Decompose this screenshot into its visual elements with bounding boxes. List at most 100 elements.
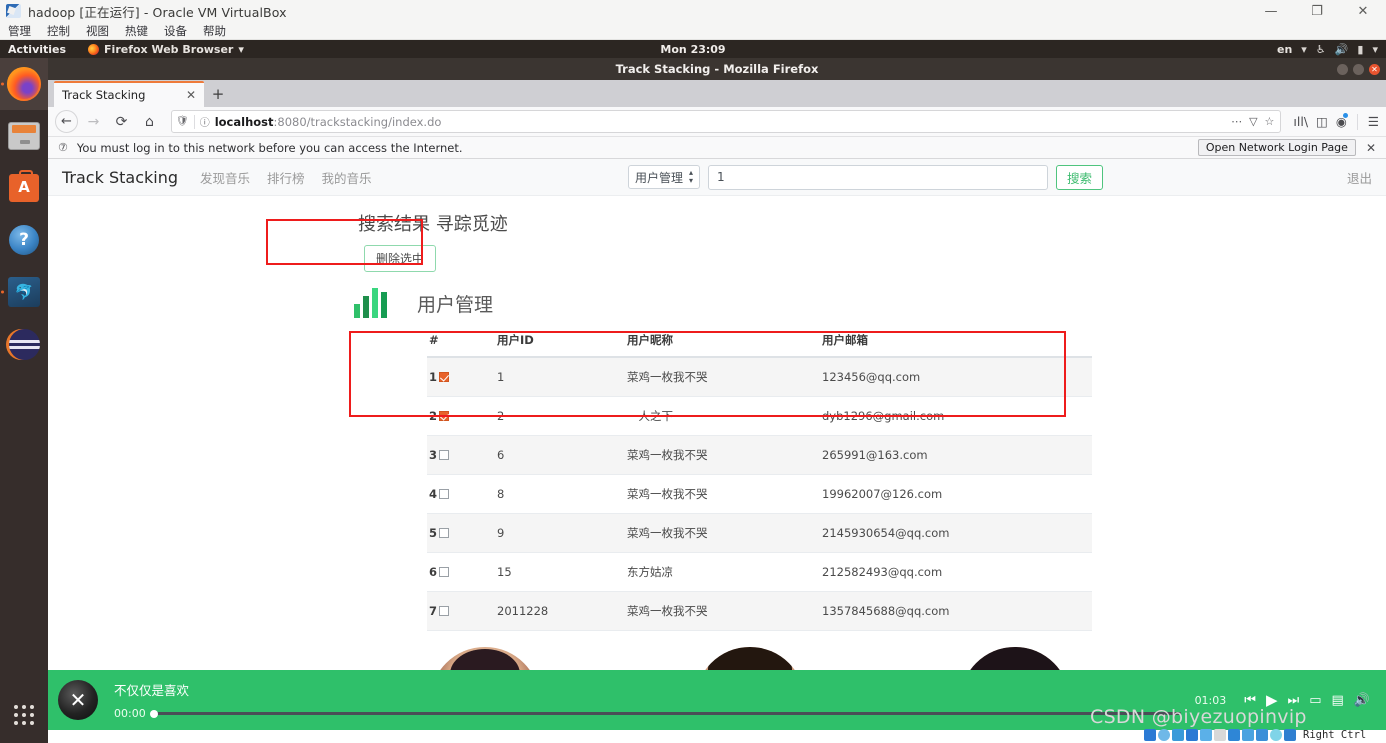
nav-link-discover[interactable]: 发现音乐	[200, 168, 250, 187]
row-checkbox[interactable]	[439, 489, 450, 499]
row-checkbox[interactable]	[439, 450, 450, 460]
virtualbox-menubar: 管理 控制 视图 热键 设备 帮助	[0, 22, 1386, 40]
language-indicator[interactable]: en	[1277, 43, 1292, 56]
ubuntu-dock: ? 🐬	[0, 58, 48, 743]
dock-item-files[interactable]	[0, 110, 48, 162]
battery-icon[interactable]: ▮	[1357, 43, 1363, 56]
avatar[interactable]	[430, 647, 540, 670]
firefox-toolbar-right: ıll\ ◫ ◉ ☰	[1290, 113, 1379, 130]
table-row[interactable]: 5 9 菜鸡一枚我不哭 2145930654@qq.com	[427, 513, 1092, 553]
table-header-row: # 用户ID 用户昵称 用户邮箱	[427, 332, 1092, 358]
volume-icon[interactable]: 🔊	[1335, 43, 1349, 56]
dock-item-firefox[interactable]	[0, 58, 48, 110]
app-menu-firefox[interactable]: Firefox Web Browser ▾	[88, 43, 244, 56]
site-brand[interactable]: Track Stacking	[62, 168, 178, 187]
playmode-icon[interactable]: ▭	[1309, 693, 1321, 708]
logout-link[interactable]: 退出	[1347, 168, 1372, 187]
menu-icon[interactable]: ☰	[1368, 114, 1379, 129]
avatar[interactable]	[695, 647, 805, 670]
maximize-button[interactable]: ❐	[1294, 0, 1340, 22]
index-with-checkbox: 4	[429, 487, 497, 501]
menu-hotkey[interactable]: 热键	[117, 22, 156, 40]
menu-control[interactable]: 控制	[39, 22, 78, 40]
player-progress-bar[interactable]	[149, 709, 1181, 718]
home-button[interactable]: ⌂	[137, 109, 162, 134]
volume-icon[interactable]: 🔊	[1354, 693, 1370, 708]
row-checkbox[interactable]	[439, 567, 450, 577]
minimize-button[interactable]: —	[1248, 0, 1294, 22]
open-network-login-page-button[interactable]: Open Network Login Page	[1197, 139, 1356, 156]
close-icon[interactable]: ✕	[186, 88, 196, 102]
row-index: 4	[429, 487, 438, 501]
site-navbar: Track Stacking 发现音乐 排行榜 我的音乐 用户管理 ▴▾ 搜索 …	[48, 159, 1386, 196]
shield-icon[interactable]: 🛡	[176, 116, 189, 127]
firefox-close-button[interactable]: ✕	[1369, 63, 1380, 75]
table-row[interactable]: 6 15 东方姑凉 212582493@qq.com	[427, 552, 1092, 592]
reader-icon[interactable]: ▽	[1249, 115, 1257, 128]
cell-nickname: 东方姑凉	[627, 552, 822, 592]
status-icon-floppy	[1172, 729, 1184, 741]
back-button[interactable]: ←	[55, 110, 78, 133]
close-icon[interactable]: ✕	[1366, 141, 1376, 155]
firefox-minimize-button[interactable]	[1337, 63, 1348, 75]
index-with-checkbox: 2	[429, 409, 497, 423]
nav-link-ranking[interactable]: 排行榜	[267, 168, 305, 187]
account-icon[interactable]: ◉	[1336, 113, 1348, 129]
accessibility-icon[interactable]: ♿	[1316, 43, 1326, 56]
page-actions-icon[interactable]: ⋯	[1231, 115, 1242, 128]
chevron-updown-icon: ▴ ▾	[689, 168, 694, 185]
show-applications-button[interactable]	[0, 693, 48, 737]
play-icon[interactable]: ▶	[1266, 691, 1278, 709]
chevron-down-icon-2[interactable]: ▾	[1372, 43, 1378, 56]
table-row[interactable]: 3 6 菜鸡一枚我不哭 265991@163.com	[427, 435, 1092, 475]
virtualbox-titlebar: hadoop [正在运行] - Oracle VM VirtualBox — ❐…	[0, 0, 1386, 22]
info-icon[interactable]: ⓘ	[200, 114, 210, 129]
help-icon: ?	[9, 225, 39, 255]
ubuntu-top-panel: Activities Firefox Web Browser ▾ Mon 23:…	[0, 40, 1386, 58]
library-icon[interactable]: ıll\	[1293, 114, 1308, 129]
menu-view[interactable]: 视图	[78, 22, 117, 40]
menu-manage[interactable]: 管理	[0, 22, 39, 40]
new-tab-button[interactable]: +	[204, 81, 232, 107]
row-checkbox[interactable]	[439, 372, 450, 382]
prev-icon[interactable]: ⏮	[1244, 693, 1256, 708]
dock-item-help[interactable]: ?	[0, 214, 48, 266]
forward-button[interactable]: →	[81, 109, 106, 134]
reload-button[interactable]: ⟳	[109, 109, 134, 134]
firefox-maximize-button[interactable]	[1353, 63, 1364, 75]
close-button[interactable]: ✕	[1340, 0, 1386, 22]
star-icon[interactable]: ☆	[1265, 115, 1275, 128]
row-index: 3	[429, 448, 438, 462]
next-icon[interactable]: ⏭	[1288, 693, 1300, 708]
table-row[interactable]: 1 1 菜鸡一枚我不哭 123456@qq.com	[427, 357, 1092, 397]
search-category-select[interactable]: 用户管理 ▴ ▾	[628, 165, 701, 189]
row-checkbox[interactable]	[439, 606, 450, 616]
avatar[interactable]	[960, 647, 1070, 670]
status-icon-usb	[1200, 729, 1212, 741]
dock-item-ubuntu-software[interactable]	[0, 162, 48, 214]
search-result-title: 搜索结果 寻踪觅迹	[358, 214, 508, 235]
player-cover-icon[interactable]: ✕	[58, 680, 98, 720]
table-row[interactable]: 4 8 菜鸡一枚我不哭 19962007@126.com	[427, 474, 1092, 514]
playlist-icon[interactable]: ▤	[1332, 693, 1344, 708]
row-checkbox[interactable]	[439, 411, 450, 421]
activities-button[interactable]: Activities	[0, 43, 66, 56]
url-bar[interactable]: 🛡 ⓘ localhost:8080/trackstacking/index.d…	[171, 110, 1282, 133]
nav-link-my-music[interactable]: 我的音乐	[322, 168, 372, 187]
tab-track-stacking[interactable]: Track Stacking ✕	[54, 81, 204, 107]
dock-item-mysql-workbench[interactable]: 🐬	[0, 266, 48, 318]
chevron-down-icon: ▾	[238, 42, 244, 56]
sidebar-icon[interactable]: ◫	[1316, 114, 1328, 129]
search-input[interactable]	[708, 164, 1049, 190]
player-progress-knob[interactable]	[149, 709, 158, 718]
row-checkbox[interactable]	[439, 528, 450, 538]
table-row[interactable]: 2 2 一人之下 dyb1296@gmail.com	[427, 396, 1092, 436]
dock-item-eclipse[interactable]	[0, 318, 48, 370]
firefox-icon	[88, 43, 100, 55]
menu-devices[interactable]: 设备	[156, 22, 195, 40]
delete-selected-button[interactable]: 删除选中	[364, 245, 437, 272]
menu-help[interactable]: 帮助	[195, 22, 234, 40]
search-button[interactable]: 搜索	[1056, 164, 1104, 190]
table-row[interactable]: 7 2011228 菜鸡一枚我不哭 1357845688@qq.com	[427, 591, 1092, 631]
account-badge	[1342, 113, 1348, 118]
